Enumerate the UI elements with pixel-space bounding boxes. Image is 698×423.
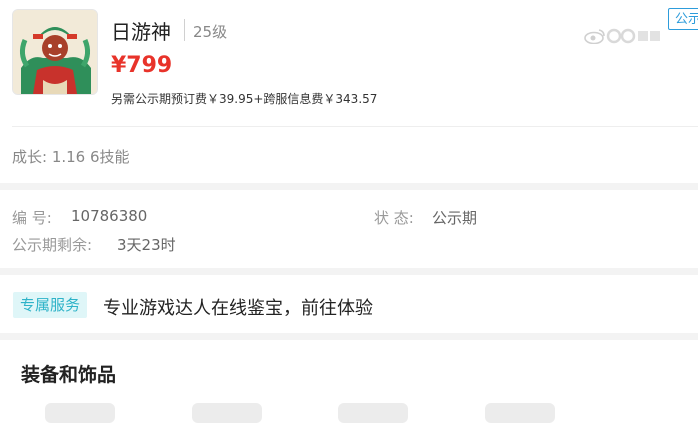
section-gap <box>0 333 698 340</box>
watermark-logo-icon <box>606 28 660 44</box>
title-separator <box>184 19 185 41</box>
section-gap <box>0 268 698 275</box>
remaining-label: 公示期剩余: <box>12 236 93 254</box>
equipment-slot[interactable] <box>485 403 555 423</box>
status-label: 状 态: <box>374 209 414 227</box>
section-gap <box>0 183 698 190</box>
id-value: 10786380 <box>71 207 148 225</box>
extra-fees-text: 另需公示期预订费￥39.95+跨服信息费￥343.57 <box>111 92 378 106</box>
character-name: 日游神 <box>111 20 171 44</box>
item-summary-card: 日游神 25级 ¥799 另需公示期预订费￥39.95+跨服信息费￥343.57… <box>0 0 698 183</box>
id-label: 编 号: <box>12 209 52 227</box>
service-link[interactable]: 专业游戏达人在线鉴宝，前往体验 <box>103 294 373 320</box>
character-avatar[interactable] <box>12 9 98 95</box>
character-level: 25级 <box>193 23 228 41</box>
weibo-icon <box>584 29 605 44</box>
character-portrait-icon <box>13 10 97 94</box>
watermark <box>584 28 662 44</box>
equipment-slot[interactable] <box>338 403 408 423</box>
status-value: 公示期 <box>432 209 478 227</box>
remaining-value: 3天23时 <box>117 236 176 254</box>
service-tag: 专属服务 <box>13 292 88 318</box>
divider <box>12 126 698 127</box>
item-price: ¥799 <box>111 53 173 78</box>
equipment-slot[interactable] <box>45 403 115 423</box>
status-badge: 公示期 <box>668 8 698 30</box>
equipment-section-title: 装备和饰品 <box>21 364 117 386</box>
equipment-slot[interactable] <box>192 403 262 423</box>
growth-skills: 成长: 1.16 6技能 <box>12 148 130 166</box>
